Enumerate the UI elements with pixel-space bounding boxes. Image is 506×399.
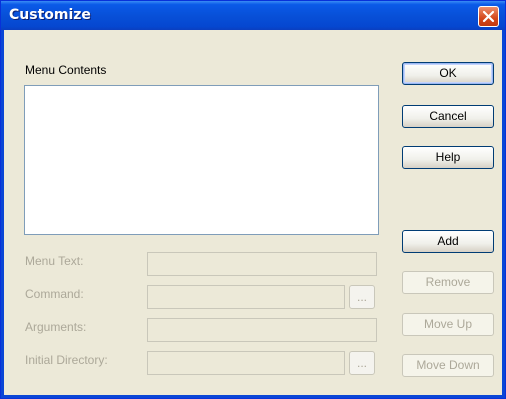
dialog-title: Customize [9, 7, 91, 23]
dialog-body: Menu Contents Menu Text: Command: ... Ar… [4, 30, 502, 395]
arguments-field[interactable] [147, 318, 377, 342]
move-up-button[interactable]: Move Up [402, 313, 494, 336]
move-down-button[interactable]: Move Down [402, 354, 494, 377]
remove-button[interactable]: Remove [402, 271, 494, 294]
initial-directory-browse-button[interactable]: ... [349, 351, 375, 375]
arguments-label: Arguments: [25, 320, 87, 334]
customize-dialog: Customize Menu Contents Menu Text: Comma… [0, 0, 506, 399]
close-button[interactable] [478, 6, 499, 27]
ok-button[interactable]: OK [402, 62, 494, 85]
command-field[interactable] [147, 285, 345, 309]
command-label: Command: [25, 287, 84, 301]
cancel-button[interactable]: Cancel [402, 105, 494, 128]
close-icon [482, 10, 495, 23]
initial-directory-label: Initial Directory: [25, 353, 108, 367]
initial-directory-field[interactable] [147, 351, 345, 375]
menu-text-field[interactable] [147, 252, 377, 276]
help-button[interactable]: Help [402, 146, 494, 169]
title-bar[interactable]: Customize [1, 1, 505, 30]
add-button[interactable]: Add [402, 230, 494, 253]
command-browse-button[interactable]: ... [349, 285, 375, 309]
menu-text-label: Menu Text: [25, 254, 84, 268]
menu-contents-label: Menu Contents [25, 63, 107, 77]
menu-contents-list[interactable] [24, 85, 379, 235]
